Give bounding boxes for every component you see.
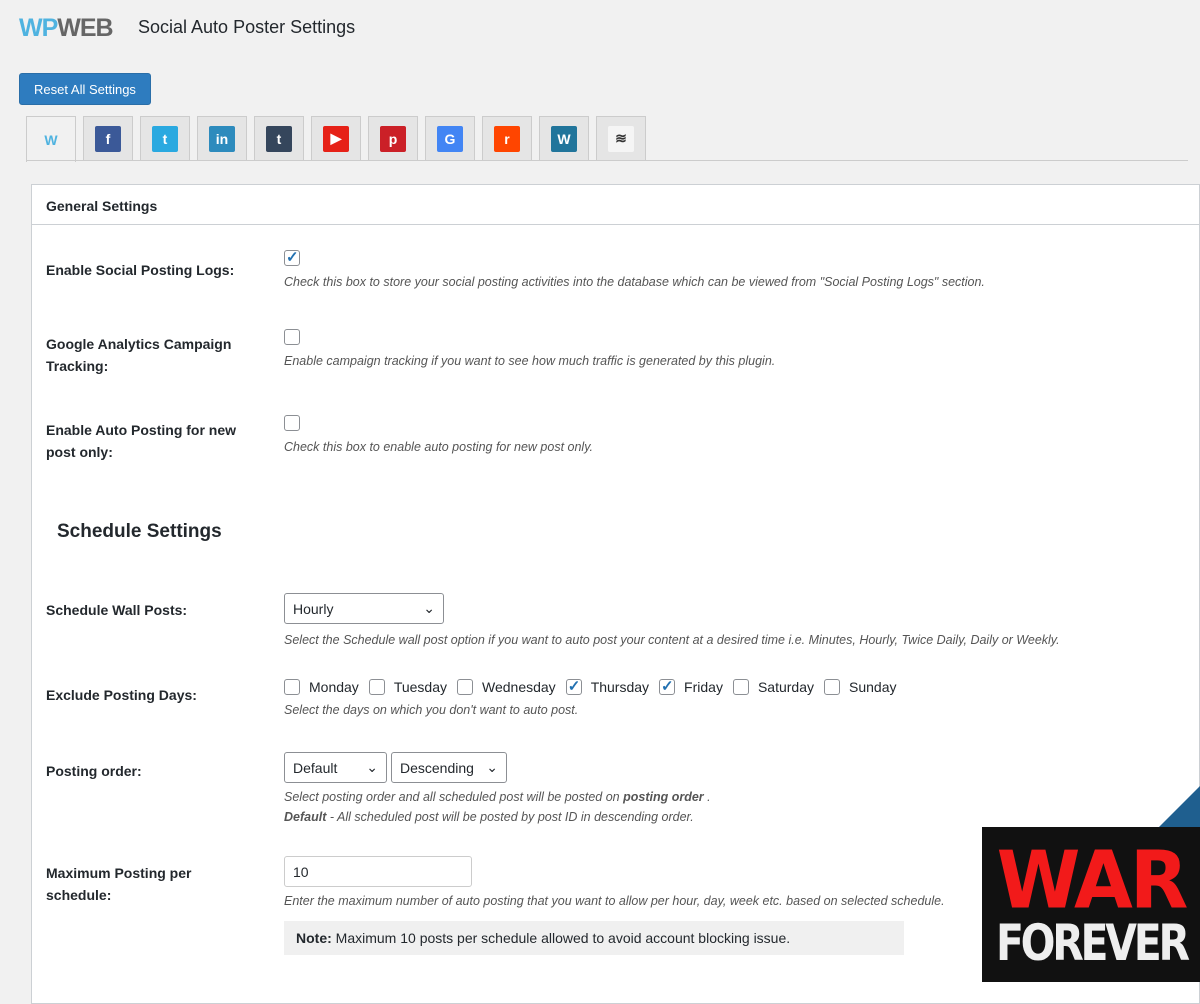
chevron-down-icon: ⌄ — [486, 759, 498, 775]
day-wednesday[interactable]: Wednesday — [457, 679, 556, 695]
newpost-checkbox[interactable] — [284, 415, 300, 432]
day-label: Friday — [684, 679, 723, 695]
reset-all-settings-button[interactable]: Reset All Settings — [19, 73, 151, 105]
schedule-settings-heading: Schedule Settings — [57, 521, 222, 542]
logo-web: WEB — [57, 14, 113, 42]
page-title: Social Auto Poster Settings — [138, 17, 356, 37]
tab-wordpress[interactable]: W — [539, 116, 589, 160]
chevron-down-icon: ⌄ — [366, 759, 378, 775]
wpweb-icon: W — [44, 131, 58, 148]
days-group: Monday Tuesday Wednesday Thursday Friday Satu… — [284, 677, 1186, 698]
general-settings-heading: General Settings — [32, 185, 1199, 225]
day-tuesday[interactable]: Tuesday — [368, 679, 447, 695]
day-friday[interactable]: Friday — [659, 677, 723, 695]
order-desc2-text: - All scheduled post will be posted by p… — [326, 810, 694, 824]
exclude-label: Exclude Posting Days: — [46, 687, 197, 703]
day-label: Thursday — [590, 679, 650, 695]
tab-wpweb[interactable]: W — [26, 116, 76, 162]
day-label: Saturday — [757, 679, 814, 695]
day-checkbox[interactable] — [659, 677, 676, 695]
max-label: Maximum Posting per schedule: — [46, 865, 192, 903]
chevron-down-icon: ⌄ — [423, 600, 435, 616]
google-business-icon: G — [437, 125, 463, 152]
pinterest-icon: p — [380, 125, 406, 152]
social-tabs: Wf t in t ▶ p Gr W ≋ — [26, 116, 646, 162]
day-thursday[interactable]: Thursday — [565, 677, 650, 695]
day-label: Monday — [309, 679, 359, 695]
reddit-icon: r — [494, 125, 520, 152]
twitter-icon: t — [152, 125, 178, 152]
corner-ribbon — [1158, 786, 1200, 828]
day-sunday[interactable]: Sunday — [824, 679, 896, 695]
day-checkbox[interactable] — [732, 679, 749, 695]
youtube-icon: ▶ — [323, 125, 349, 152]
max-posting-input[interactable]: 10 — [284, 856, 472, 887]
wall-desc: Select the Schedule wall post option if … — [284, 633, 1060, 647]
order-desc-bold: posting order — [623, 790, 704, 804]
tab-reddit[interactable]: r — [482, 116, 532, 160]
day-checkbox[interactable] — [368, 679, 385, 695]
tab-facebook[interactable]: f — [83, 116, 133, 160]
tumblr-icon: t — [266, 125, 292, 152]
ga-desc: Enable campaign tracking if you want to … — [284, 354, 776, 369]
tab-linkedin[interactable]: in — [197, 116, 247, 160]
day-checkbox[interactable] — [824, 679, 840, 695]
watermark-line1: WAR — [996, 832, 1189, 926]
buffer-icon: ≋ — [608, 125, 634, 152]
day-label: Sunday — [849, 679, 897, 695]
day-saturday[interactable]: Saturday — [732, 679, 814, 695]
tab-buffer[interactable]: ≋ — [596, 116, 646, 160]
logs-desc: Check this box to store your social post… — [284, 275, 985, 290]
schedule-wall-select[interactable]: Hourly ⌄ — [284, 593, 444, 624]
note-text: Maximum 10 posts per schedule allowed to… — [331, 930, 791, 946]
order-desc-end: . — [703, 790, 711, 804]
note-bold: Note: — [296, 930, 332, 946]
day-label: Tuesday — [393, 679, 447, 695]
day-label: Wednesday — [482, 679, 556, 695]
newpost-desc: Check this box to enable auto posting fo… — [284, 440, 593, 455]
logs-label: Enable Social Posting Logs: — [46, 262, 235, 278]
ga-label: Google Analytics Campaign Tracking: — [46, 336, 232, 374]
day-monday[interactable]: Monday — [284, 679, 359, 695]
logo-wp: WP — [19, 14, 58, 42]
exclude-desc: Select the days on which you don't want … — [284, 703, 579, 717]
tab-google-business[interactable]: G — [425, 116, 475, 160]
posting-order-select[interactable]: Default ⌄ — [284, 752, 387, 783]
day-checkbox[interactable] — [565, 677, 582, 695]
newpost-label: Enable Auto Posting for new post only: — [46, 422, 237, 460]
tab-divider — [26, 160, 1188, 161]
facebook-icon: f — [95, 125, 121, 152]
wpweb-logo: WPWEB — [19, 14, 114, 43]
wordpress-icon: W — [551, 125, 577, 152]
order-desc2-bold: Default — [284, 810, 327, 824]
order-desc: Select posting order and all scheduled p… — [284, 787, 1186, 827]
watermark-line2: FOREVER — [995, 913, 1190, 972]
wall-label: Schedule Wall Posts: — [46, 602, 188, 618]
linkedin-icon: in — [209, 125, 235, 152]
watermark-logo: WAR FOREVER — [982, 827, 1200, 982]
schedule-wall-value: Hourly — [293, 600, 334, 617]
posting-direction-select[interactable]: Descending ⌄ — [391, 752, 507, 783]
day-checkbox[interactable] — [284, 679, 300, 695]
tab-twitter[interactable]: t — [140, 116, 190, 160]
order-desc-text: Select posting order and all scheduled p… — [284, 790, 624, 804]
ga-checkbox[interactable] — [284, 329, 300, 346]
tab-pinterest[interactable]: p — [368, 116, 418, 160]
day-checkbox[interactable] — [457, 679, 473, 695]
posting-direction-value: Descending — [400, 759, 474, 776]
tab-youtube[interactable]: ▶ — [311, 116, 361, 160]
tab-tumblr[interactable]: t — [254, 116, 304, 160]
posting-order-value: Default — [293, 759, 338, 776]
order-label: Posting order: — [46, 763, 142, 779]
logs-checkbox[interactable] — [284, 248, 300, 267]
max-note: Note: Maximum 10 posts per schedule allo… — [284, 921, 904, 955]
